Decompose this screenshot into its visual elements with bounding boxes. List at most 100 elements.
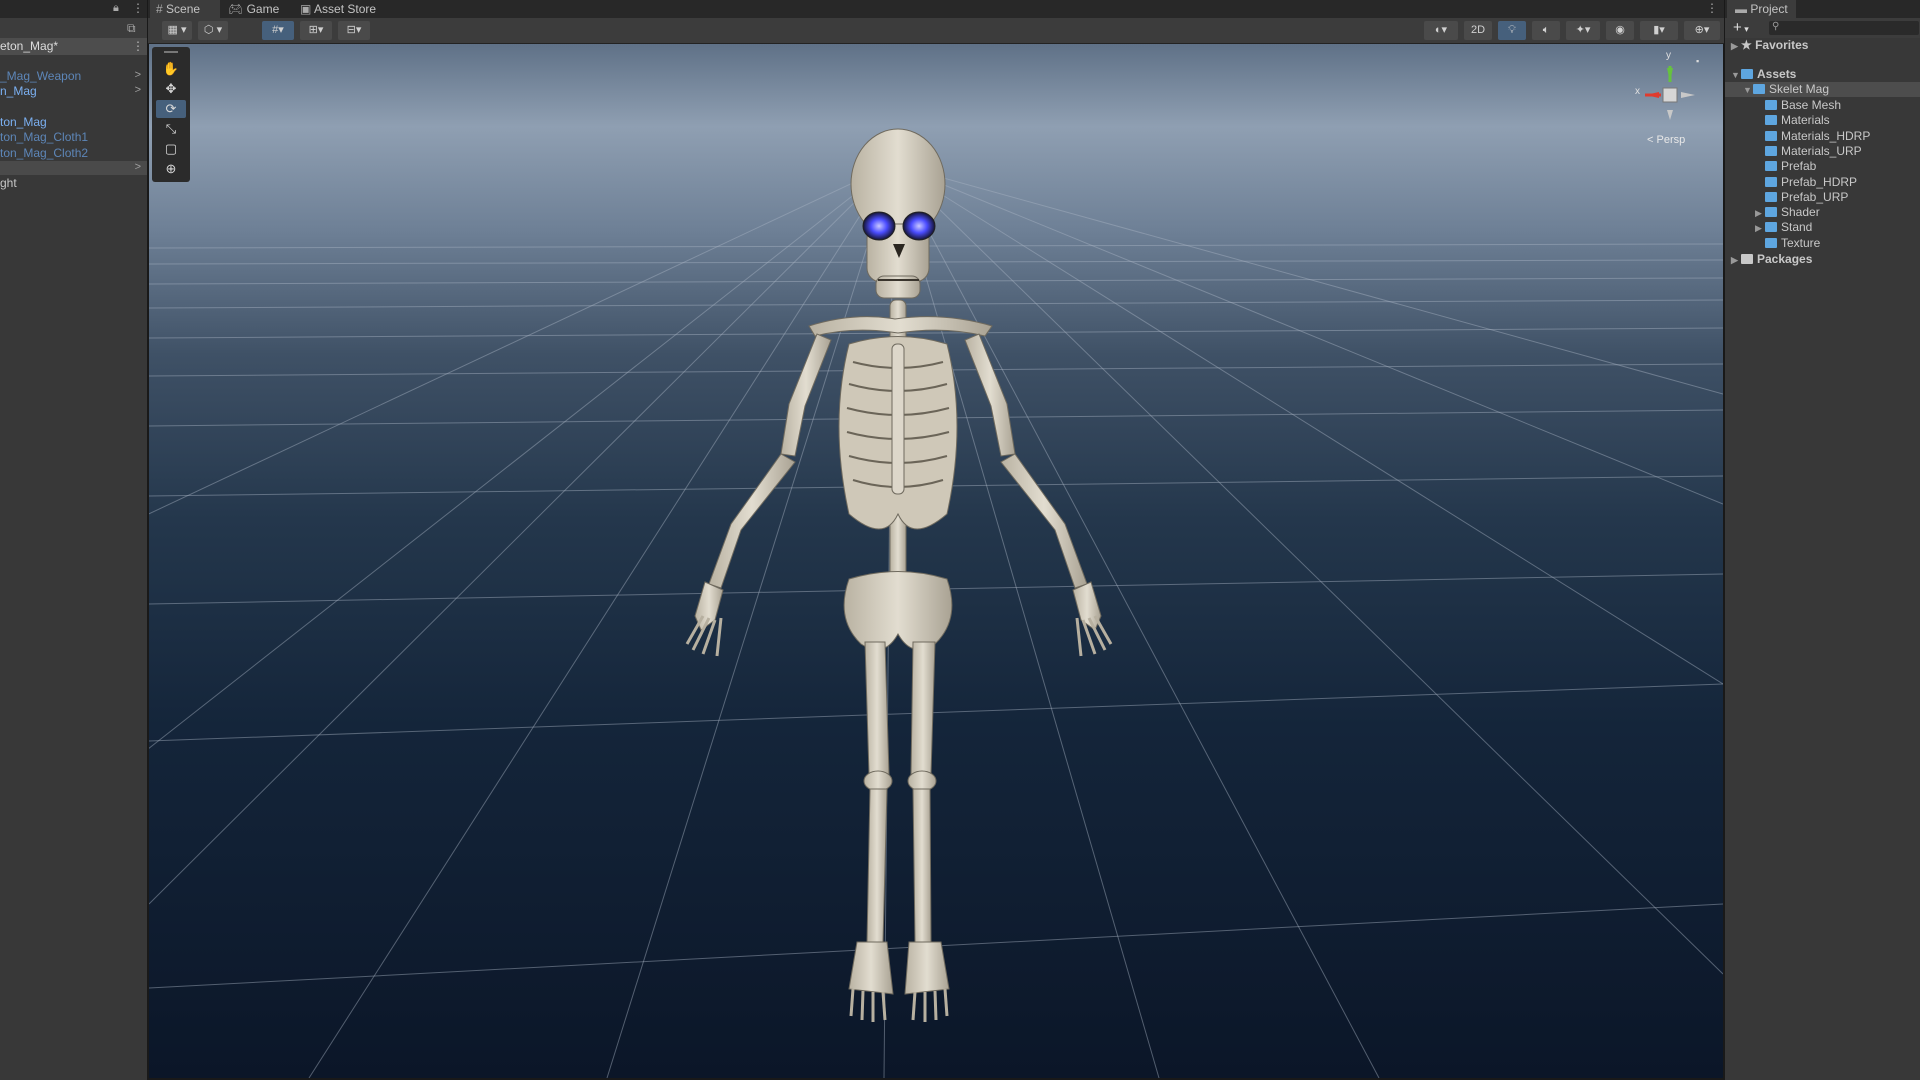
project-folder-row[interactable]: ▶ Shader [1755, 205, 1820, 220]
packages-row[interactable]: ▶ Packages [1731, 252, 1812, 267]
scale-tool[interactable]: ⤡ [156, 120, 186, 138]
assets-row[interactable]: ▼ Assets [1731, 67, 1796, 82]
scene-tab-bar: # Scene 🎮︎ Game ▣ Asset Store ⋮ [148, 0, 1724, 18]
lightbulb-icon: 💡︎ [1508, 24, 1516, 36]
collapse-arrow-icon: ▼ [1743, 85, 1752, 95]
shading-mode-dropdown[interactable]: ◐▾ [1424, 21, 1458, 40]
gamepad-icon: 🎮︎ [228, 2, 244, 16]
scene-viewport[interactable]: y x ▪ < Persp [149, 44, 1723, 1078]
hierarchy-item[interactable]: ght [0, 176, 147, 191]
project-toolbar: + ▾ ⚲ [1725, 18, 1920, 38]
project-folder-label: Texture [1781, 235, 1821, 250]
hierarchy-item-label: _Mag_Weapon [0, 69, 82, 83]
chevron-right-icon[interactable]: > [135, 84, 141, 96]
favorites-row[interactable]: ▶ ★ Favorites [1731, 38, 1808, 53]
tab-asset-store[interactable]: ▣ Asset Store [294, 0, 390, 18]
tab-game[interactable]: 🎮︎ Game [222, 0, 290, 18]
scene-root-row[interactable]: eton_Mag* ⋮ [0, 38, 147, 55]
hidden-objects-toggle[interactable]: ◉ [1606, 21, 1634, 40]
chevron-down-icon: ▾ [1741, 24, 1749, 34]
gizmo-lock-icon[interactable]: ▪ [1696, 56, 1699, 66]
2d-toggle[interactable]: 2D [1464, 21, 1492, 40]
move-tool[interactable]: ✥ [156, 80, 186, 98]
folder-open-icon [1741, 69, 1753, 79]
create-button[interactable]: + ▾ [1733, 19, 1749, 36]
project-folder-label: Prefab [1781, 159, 1817, 174]
expand-arrow-icon: ▶ [1731, 255, 1738, 265]
hierarchy-item[interactable]: ton_Mag [0, 115, 147, 130]
tab-game-label: Game [246, 2, 280, 16]
project-search-input[interactable]: ⚲ [1769, 21, 1919, 35]
scene-more-icon[interactable]: ⋮ [1706, 1, 1718, 15]
hierarchy-item-label: ton_Mag_Cloth2 [0, 146, 89, 160]
project-folder-row[interactable]: ▶ Stand [1755, 220, 1812, 235]
project-folder-row[interactable]: Prefab_URP [1755, 190, 1848, 205]
hierarchy-item[interactable]: > [0, 161, 147, 176]
hierarchy-item[interactable]: ton_Mag_Cloth2 [0, 146, 147, 161]
grid-snap-dropdown[interactable]: #▾ [262, 21, 294, 40]
tab-scene[interactable]: # Scene [150, 0, 220, 18]
folder-icon [1765, 161, 1777, 172]
folder-icon [1765, 207, 1777, 218]
project-folder-row[interactable]: Prefab [1755, 159, 1816, 174]
palette-drag-handle[interactable] [164, 51, 178, 53]
chevron-right-icon[interactable]: > [135, 161, 141, 173]
hierarchy-search-bar: ⧉ [0, 18, 147, 38]
hierarchy-item-label: ght [0, 176, 17, 190]
hierarchy-item[interactable]: ton_Mag_Cloth1 [0, 130, 147, 145]
project-folder-label: Materials_HDRP [1781, 128, 1871, 143]
project-folder-row[interactable]: Materials_HDRP [1755, 129, 1870, 144]
rect-icon: ▢ [164, 141, 178, 156]
folder-icon [1765, 191, 1777, 202]
hand-tool[interactable]: ✋ [156, 60, 186, 78]
orientation-gizmo [1645, 66, 1695, 120]
increment-snap-dropdown[interactable]: ⊟▾ [338, 21, 370, 40]
skelet-mag-label: Skelet Mag [1769, 82, 1830, 96]
expand-arrow-icon[interactable]: ▶ [1755, 221, 1765, 236]
tab-project[interactable]: ▬ Project [1727, 0, 1796, 18]
rotate-tool[interactable]: ⟳ [156, 100, 186, 118]
hierarchy-item[interactable] [0, 99, 147, 114]
expand-arrow-icon[interactable]: ▶ [1755, 206, 1765, 221]
packages-label: Packages [1757, 252, 1813, 266]
project-folder-row[interactable]: Texture [1755, 236, 1820, 251]
project-folder-label: Shader [1781, 205, 1820, 220]
effects-dropdown[interactable]: ✦▾ [1566, 21, 1600, 40]
move-icon: ✥ [165, 81, 177, 96]
draw-mode-dropdown[interactable]: ▦ ▾ [162, 21, 192, 40]
project-folder-row[interactable]: Base Mesh [1755, 98, 1841, 113]
gizmos-dropdown[interactable]: ⊕▾ [1684, 21, 1720, 40]
scene-menu-icon[interactable]: ⋮ [132, 39, 144, 53]
project-folder-row[interactable]: Prefab_HDRP [1755, 175, 1857, 190]
chevron-right-icon[interactable]: > [135, 69, 141, 81]
orientation-dropdown[interactable]: ⬡ ▾ [198, 21, 228, 40]
project-folder-label: Prefab_URP [1781, 189, 1849, 204]
tab-asset-store-label: Asset Store [314, 2, 377, 16]
tab-project-label: Project [1750, 2, 1788, 16]
folder-icon: ▬ [1735, 2, 1747, 16]
folder-open-icon [1753, 84, 1765, 94]
folder-icon [1741, 254, 1753, 264]
grid-visibility-icon: ⊞▾ [308, 24, 324, 36]
projection-toggle[interactable]: < Persp [1647, 134, 1685, 146]
transform-tool[interactable]: ⊕ [156, 160, 186, 178]
hierarchy-item[interactable]: _Mag_Weapon > [0, 69, 147, 84]
collapse-arrow-icon: ▼ [1731, 70, 1740, 80]
audio-toggle[interactable]: 🔈︎ [1532, 21, 1560, 40]
camera-icon: ▮▾ [1653, 24, 1665, 36]
project-folder-row[interactable]: Materials [1755, 113, 1830, 128]
rect-tool[interactable]: ▢ [156, 140, 186, 158]
eye-slash-icon: ◉ [1615, 24, 1625, 36]
grid-visibility-dropdown[interactable]: ⊞▾ [300, 21, 332, 40]
more-options-icon[interactable]: ⋮ [132, 1, 144, 15]
hierarchy-item[interactable]: n_Mag > [0, 84, 147, 99]
camera-dropdown[interactable]: ▮▾ [1640, 21, 1678, 40]
hierarchy-panel: 🔒︎ ⋮ ⧉ eton_Mag* ⋮ _Mag_Weapon > n_Mag > ton… [0, 0, 147, 1080]
skelet-mag-row[interactable]: ▼ Skelet Mag [1725, 82, 1920, 97]
lighting-toggle[interactable]: 💡︎ [1498, 21, 1526, 40]
project-folder-row[interactable]: Materials_URP [1755, 144, 1862, 159]
lock-icon[interactable]: 🔒︎ [113, 2, 119, 15]
draw-mode-icon: ▦ ▾ [167, 24, 187, 36]
filter-icon[interactable]: ⧉ [127, 21, 136, 36]
folder-icon [1765, 222, 1777, 233]
